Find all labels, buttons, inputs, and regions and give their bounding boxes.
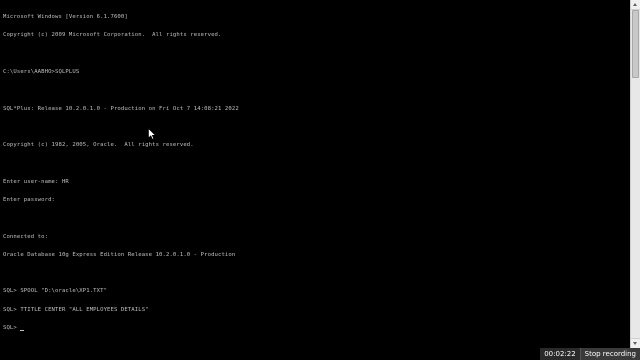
scroll-down-arrow-icon[interactable] <box>631 338 640 348</box>
mouse-pointer-icon <box>148 128 156 140</box>
recording-toolbar: 00:02:22 Stop recording <box>540 348 640 360</box>
console-line: Copyright (c) 1982, 2005, Oracle. All ri… <box>3 142 194 149</box>
console-line: SQL*Plus: Release 10.2.0.1.0 - Productio… <box>3 105 239 112</box>
screen: Microsoft Windows [Version 6.1.7600] Cop… <box>0 0 640 360</box>
console-line: Enter password: <box>3 197 56 203</box>
console-prompt: SQL> <box>3 324 21 331</box>
console-line: Microsoft Windows [Version 6.1.7600] <box>3 14 128 21</box>
text-cursor <box>20 330 25 332</box>
console-line: Enter user-name: HR <box>3 178 69 185</box>
console-prompt-line[interactable]: SQL> <box>3 324 623 332</box>
console-line: C:\Users\AABHO>SQLPLUS <box>3 69 80 76</box>
vertical-scrollbar[interactable] <box>630 0 640 360</box>
console-line: SQL> TTITLE CENTER "ALL EMPLOYEES DETAIL… <box>3 306 149 313</box>
console-line: Copyright (c) 2009 Microsoft Corporation… <box>3 32 222 39</box>
console-output[interactable]: Microsoft Windows [Version 6.1.7600] Cop… <box>3 2 623 343</box>
console-line: SQL> SPOOL "D:\oracle\XP1.TXT" <box>3 288 108 295</box>
stop-recording-button[interactable]: Stop recording <box>580 348 640 360</box>
console-line: Connected to: <box>3 233 49 240</box>
scrollbar-thumb[interactable] <box>632 10 639 78</box>
recording-timer: 00:02:22 <box>540 348 581 360</box>
console-line: Oracle Database 10g Express Edition Rele… <box>3 251 236 258</box>
command-prompt-window[interactable]: Microsoft Windows [Version 6.1.7600] Cop… <box>0 0 630 360</box>
scroll-up-arrow-icon[interactable] <box>631 0 640 10</box>
